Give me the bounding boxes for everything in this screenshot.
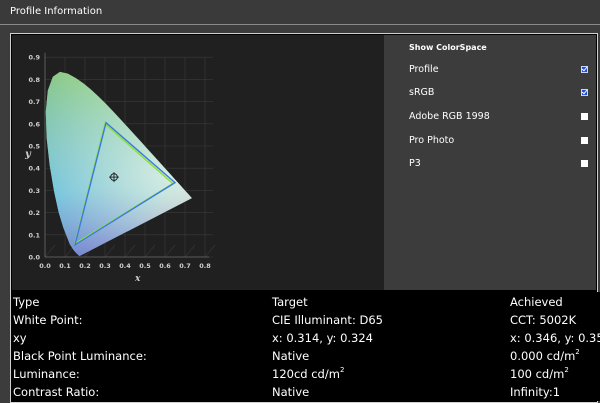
y-tick-label: 0.8 [28, 76, 40, 84]
grid-line [124, 244, 136, 258]
row-target: Native [272, 349, 310, 363]
colorspace-row-profile[interactable]: Profile [384, 61, 596, 79]
unit-superscript: 2 [575, 348, 580, 356]
y-axis-label: y [24, 149, 32, 160]
cie-diagram-svg: 0.0 0.1 0.2 0.3 0.4 0.5 0.6 0.7 0.8 0.0 0.1 0.2 0.3 0… [24, 52, 216, 284]
adobe-rgb-checkbox[interactable] [581, 113, 588, 120]
table-row: Black Point Luminance: Native 0.000 cd/m… [12, 348, 600, 366]
row-target: Native [272, 385, 310, 399]
row-achieved: 100 cd/m [510, 367, 565, 381]
row-achieved-wrap: 100 cd/m2 [510, 366, 569, 381]
row-type: Contrast Ratio: [13, 385, 100, 399]
p3-checkbox[interactable] [581, 160, 588, 167]
row-type: xy [13, 331, 27, 345]
y-tick-label: 0.6 [28, 120, 40, 128]
table-header-row: Type Target Achieved [12, 294, 600, 312]
colorspace-heading: Show ColorSpace [409, 43, 487, 52]
row-type: Luminance: [13, 367, 80, 381]
y-tick-label: 0.3 [28, 187, 40, 195]
window-title: Profile Information [10, 6, 103, 17]
row-target: 120cd cd/m [272, 367, 340, 381]
row-target: x: 0.314, y: 0.324 [272, 331, 373, 345]
row-target: CIE Illuminant: D65 [272, 313, 383, 327]
row-achieved-wrap: 0.000 cd/m2 [510, 348, 580, 363]
row-achieved: x: 0.346, y: 0.358 [510, 331, 600, 345]
unit-superscript: 2 [339, 366, 345, 374]
colorspace-row-adobe-rgb[interactable]: Adobe RGB 1998 [384, 108, 596, 126]
x-tick-label: 0.5 [139, 262, 151, 270]
y-tick-label: 0.9 [28, 54, 40, 62]
table-row: xy x: 0.314, y: 0.324 x: 0.346, y: 0.358 [12, 330, 600, 348]
x-tick-label: 0.6 [159, 262, 171, 270]
y-tick-label: 0.1 [28, 231, 40, 239]
table-row: White Point: CIE Illuminant: D65 CCT: 50… [12, 312, 600, 330]
x-tick-label: 0.2 [79, 262, 91, 270]
table-row: Contrast Ratio: Native Infinity:1 [12, 384, 600, 402]
grid-line [184, 244, 196, 258]
row-target-wrap: 120cd cd/m2 [272, 366, 345, 381]
colorspace-row-pro-photo[interactable]: Pro Photo [384, 132, 596, 150]
unit-superscript: 2 [564, 366, 569, 374]
cie-chromaticity-chart: 0.0 0.1 0.2 0.3 0.4 0.5 0.6 0.7 0.8 0.0 0.1 0.2 0.3 0… [12, 35, 384, 290]
row-achieved: Infinity:1 [510, 385, 561, 399]
x-tick-label: 0.7 [179, 262, 191, 270]
grid-line [44, 244, 56, 258]
spectral-locus [45, 71, 192, 256]
x-tick-label: 0.3 [99, 262, 111, 270]
y-tick-label: 0.2 [28, 209, 40, 217]
header-target: Target [272, 295, 308, 309]
grid-line [104, 244, 116, 258]
row-type: Black Point Luminance: [13, 349, 147, 363]
grid-line [164, 244, 176, 258]
grid-line [204, 244, 216, 258]
y-tick-label: 0.0 [28, 254, 40, 262]
y-tick-label: 0.4 [28, 165, 40, 173]
y-tick-label: 0.7 [28, 98, 40, 106]
header-achieved: Achieved [510, 295, 563, 309]
x-tick-label: 0.8 [199, 262, 211, 270]
colorspace-label: sRGB [409, 87, 435, 98]
row-type: White Point: [13, 313, 83, 327]
table-row: Luminance: 120cd cd/m2 100 cd/m2 [12, 366, 600, 384]
colorspace-row-srgb[interactable]: sRGB [384, 84, 596, 102]
colorspace-row-p3[interactable]: P3 [384, 155, 596, 173]
x-axis-label: x [134, 274, 141, 284]
title-bar: Profile Information [0, 0, 600, 25]
pro-photo-checkbox[interactable] [581, 137, 588, 144]
profile-info-table: Type Target Achieved White Point: CIE Il… [12, 292, 600, 401]
row-achieved: CCT: 5002K [510, 313, 577, 327]
colorspace-label: Adobe RGB 1998 [409, 111, 490, 122]
colorspace-label: Pro Photo [409, 135, 455, 146]
colorspace-label: P3 [409, 158, 421, 169]
x-tick-label: 0.0 [39, 262, 51, 270]
colorspace-panel: Show ColorSpace Profile sRGB Adobe RGB 1… [384, 35, 596, 290]
row-achieved: 0.000 cd/m [510, 349, 576, 363]
header-type: Type [13, 295, 40, 309]
x-tick-label: 0.1 [59, 262, 71, 270]
srgb-checkbox[interactable] [581, 89, 588, 96]
x-tick-label: 0.4 [119, 262, 131, 270]
colorspace-label: Profile [409, 64, 439, 75]
profile-checkbox[interactable] [581, 66, 588, 73]
grid-line [144, 244, 156, 258]
